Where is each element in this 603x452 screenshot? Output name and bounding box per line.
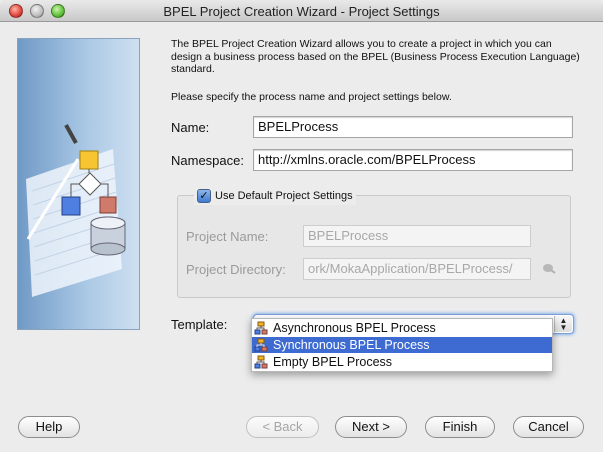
help-button[interactable]: Help (18, 416, 80, 438)
cancel-button[interactable]: Cancel (513, 416, 584, 438)
back-button[interactable]: < Back (246, 416, 319, 438)
bpel-process-icon (254, 321, 268, 335)
window-title: BPEL Project Creation Wizard - Project S… (163, 4, 440, 19)
bpel-process-icon (254, 338, 268, 352)
template-option-label: Synchronous BPEL Process (273, 338, 430, 352)
namespace-field[interactable]: http://xmlns.oracle.com/BPELProcess (253, 149, 573, 171)
next-button[interactable]: Next > (335, 416, 407, 438)
template-option-synchronous[interactable]: Synchronous BPEL Process (252, 337, 552, 353)
browse-directory-icon (543, 264, 556, 274)
template-dropdown-list: Asynchronous BPEL Process Synchronous BP… (251, 318, 553, 372)
bpel-process-icon (254, 355, 268, 369)
select-arrows-icon[interactable]: ▲ ▼ (554, 316, 572, 332)
template-label: Template: (171, 317, 228, 332)
template-option-label: Asynchronous BPEL Process (273, 321, 436, 335)
namespace-label: Namespace: (171, 153, 244, 168)
template-option-empty[interactable]: Empty BPEL Process (252, 354, 552, 370)
use-default-settings-option[interactable]: ✓ Use Default Project Settings (194, 187, 356, 205)
title-bar: BPEL Project Creation Wizard - Project S… (0, 0, 603, 22)
use-default-settings-checkbox[interactable]: ✓ (197, 189, 211, 203)
name-label: Name: (171, 120, 210, 135)
wizard-illustration (17, 38, 140, 330)
finish-button[interactable]: Finish (425, 416, 495, 438)
project-directory-field: ork/MokaApplication/BPELProcess/ (303, 258, 531, 280)
name-field[interactable]: BPELProcess (253, 116, 573, 138)
template-option-asynchronous[interactable]: Asynchronous BPEL Process (252, 320, 552, 336)
project-name-label: Project Name: (186, 229, 269, 244)
wizard-prompt: Please specify the process name and proj… (171, 91, 452, 103)
project-name-field: BPELProcess (303, 225, 531, 247)
use-default-settings-label: Use Default Project Settings (215, 190, 353, 202)
project-directory-label: Project Directory: (186, 262, 286, 277)
wizard-description: The BPEL Project Creation Wizard allows … (171, 38, 580, 75)
process-diagram-icon (26, 124, 126, 297)
template-option-label: Empty BPEL Process (273, 355, 393, 369)
